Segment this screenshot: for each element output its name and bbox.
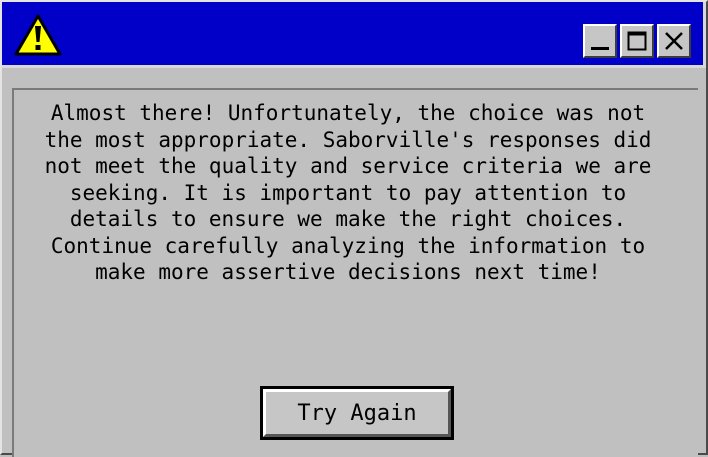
minimize-button[interactable]	[583, 24, 617, 58]
maximize-button[interactable]	[620, 24, 654, 58]
title-bar[interactable]	[2, 2, 706, 68]
try-again-label: Try Again	[263, 389, 451, 437]
close-icon	[665, 32, 683, 50]
warning-icon	[14, 14, 62, 56]
try-again-button[interactable]: Try Again	[260, 386, 454, 440]
window-controls	[583, 24, 691, 60]
dialog-body: Almost there! Unfortunately, the choice …	[12, 88, 698, 457]
maximize-icon	[627, 31, 647, 51]
close-button[interactable]	[657, 24, 691, 58]
dialog-window: Almost there! Unfortunately, the choice …	[0, 0, 708, 457]
minimize-icon	[591, 47, 609, 50]
dialog-message: Almost there! Unfortunately, the choice …	[44, 101, 652, 284]
